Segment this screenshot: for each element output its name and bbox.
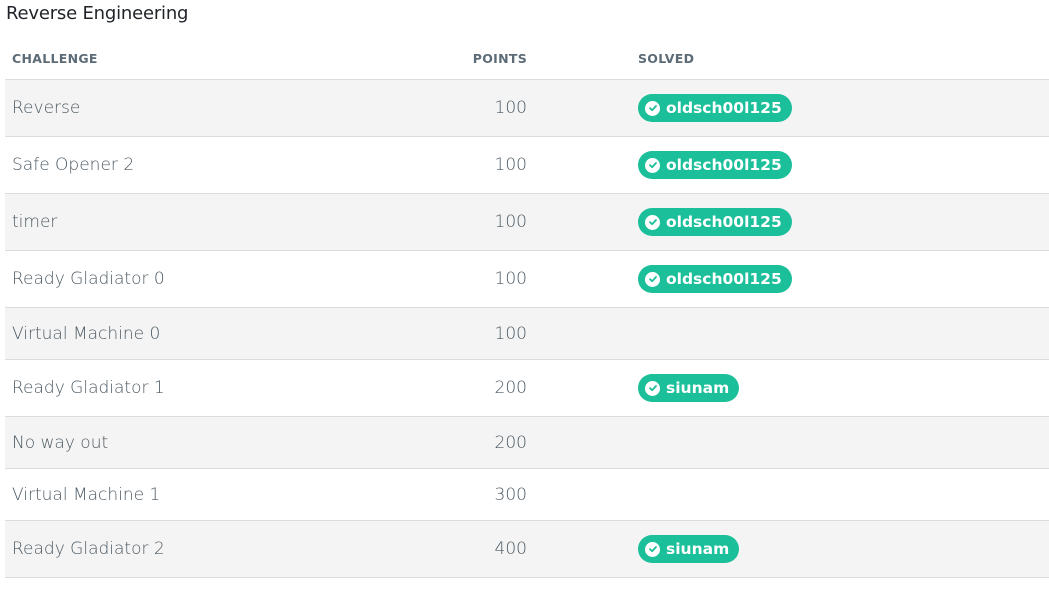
section-title: Reverse Engineering bbox=[6, 3, 189, 24]
solved-badge[interactable]: siunam bbox=[638, 535, 740, 563]
challenge-name[interactable]: Safe Opener 2 bbox=[5, 136, 412, 194]
challenges-table: CHALLENGE POINTS SOLVED Reverse 100 oldsch… bbox=[5, 38, 1049, 578]
header-solved[interactable]: SOLVED bbox=[527, 38, 1049, 80]
solved-cell bbox=[527, 416, 1049, 469]
challenge-name[interactable]: Ready Gladiator 2 bbox=[5, 520, 412, 578]
solver-username: siunam bbox=[666, 379, 730, 397]
solved-badge[interactable]: oldsch00l125 bbox=[638, 208, 792, 236]
solved-cell bbox=[527, 468, 1049, 521]
solved-cell: siunam bbox=[527, 359, 1049, 417]
table-row: Safe Opener 2 100 oldsch00l125 bbox=[5, 136, 1049, 194]
table-header-row: CHALLENGE POINTS SOLVED bbox=[5, 38, 1049, 80]
table-row: timer 100 oldsch00l125 bbox=[5, 193, 1049, 251]
challenge-points: 200 bbox=[412, 359, 527, 417]
challenge-points: 300 bbox=[412, 468, 527, 521]
solved-badge[interactable]: oldsch00l125 bbox=[638, 94, 792, 122]
solved-cell: siunam bbox=[527, 520, 1049, 578]
challenge-points: 100 bbox=[412, 136, 527, 194]
challenge-name[interactable]: Ready Gladiator 1 bbox=[5, 359, 412, 417]
table-row: Reverse 100 oldsch00l125 bbox=[5, 79, 1049, 137]
challenge-name[interactable]: Reverse bbox=[5, 79, 412, 137]
header-points[interactable]: POINTS bbox=[412, 38, 527, 80]
solved-cell: oldsch00l125 bbox=[527, 250, 1049, 308]
challenge-name[interactable]: No way out bbox=[5, 416, 412, 469]
header-challenge[interactable]: CHALLENGE bbox=[5, 38, 412, 80]
solver-username: siunam bbox=[666, 540, 730, 558]
table-row: Virtual Machine 0 100 bbox=[5, 307, 1049, 360]
challenge-name[interactable]: timer bbox=[5, 193, 412, 251]
solved-cell: oldsch00l125 bbox=[527, 136, 1049, 194]
solver-username: oldsch00l125 bbox=[666, 213, 782, 231]
solver-username: oldsch00l125 bbox=[666, 270, 782, 288]
check-circle-icon bbox=[645, 100, 660, 116]
solver-username: oldsch00l125 bbox=[666, 99, 782, 117]
check-circle-icon bbox=[645, 380, 660, 396]
challenge-points: 100 bbox=[412, 307, 527, 360]
challenge-name[interactable]: Virtual Machine 0 bbox=[5, 307, 412, 360]
table-row: Ready Gladiator 0 100 oldsch00l125 bbox=[5, 250, 1049, 308]
challenge-points: 200 bbox=[412, 416, 527, 469]
check-circle-icon bbox=[645, 157, 660, 173]
solver-username: oldsch00l125 bbox=[666, 156, 782, 174]
page: Reverse Engineering CHALLENGE POINTS SOL… bbox=[0, 0, 1049, 589]
table-header: CHALLENGE POINTS SOLVED bbox=[5, 38, 1049, 80]
table-row: Ready Gladiator 1 200 siunam bbox=[5, 359, 1049, 417]
solved-badge[interactable]: siunam bbox=[638, 374, 740, 402]
challenge-points: 400 bbox=[412, 520, 527, 578]
check-circle-icon bbox=[645, 541, 660, 557]
table-body: Reverse 100 oldsch00l125 Safe Opener 2 100 ol… bbox=[5, 79, 1049, 578]
solved-badge[interactable]: oldsch00l125 bbox=[638, 151, 792, 179]
check-circle-icon bbox=[645, 214, 660, 230]
solved-cell bbox=[527, 307, 1049, 360]
challenge-name[interactable]: Ready Gladiator 0 bbox=[5, 250, 412, 308]
table-row: No way out 200 bbox=[5, 416, 1049, 469]
challenge-name[interactable]: Virtual Machine 1 bbox=[5, 468, 412, 521]
challenge-points: 100 bbox=[412, 79, 527, 137]
table-row: Ready Gladiator 2 400 siunam bbox=[5, 520, 1049, 578]
solved-cell: oldsch00l125 bbox=[527, 79, 1049, 137]
challenge-points: 100 bbox=[412, 193, 527, 251]
table-row: Virtual Machine 1 300 bbox=[5, 468, 1049, 521]
challenge-points: 100 bbox=[412, 250, 527, 308]
solved-badge[interactable]: oldsch00l125 bbox=[638, 265, 792, 293]
solved-cell: oldsch00l125 bbox=[527, 193, 1049, 251]
check-circle-icon bbox=[645, 271, 660, 287]
